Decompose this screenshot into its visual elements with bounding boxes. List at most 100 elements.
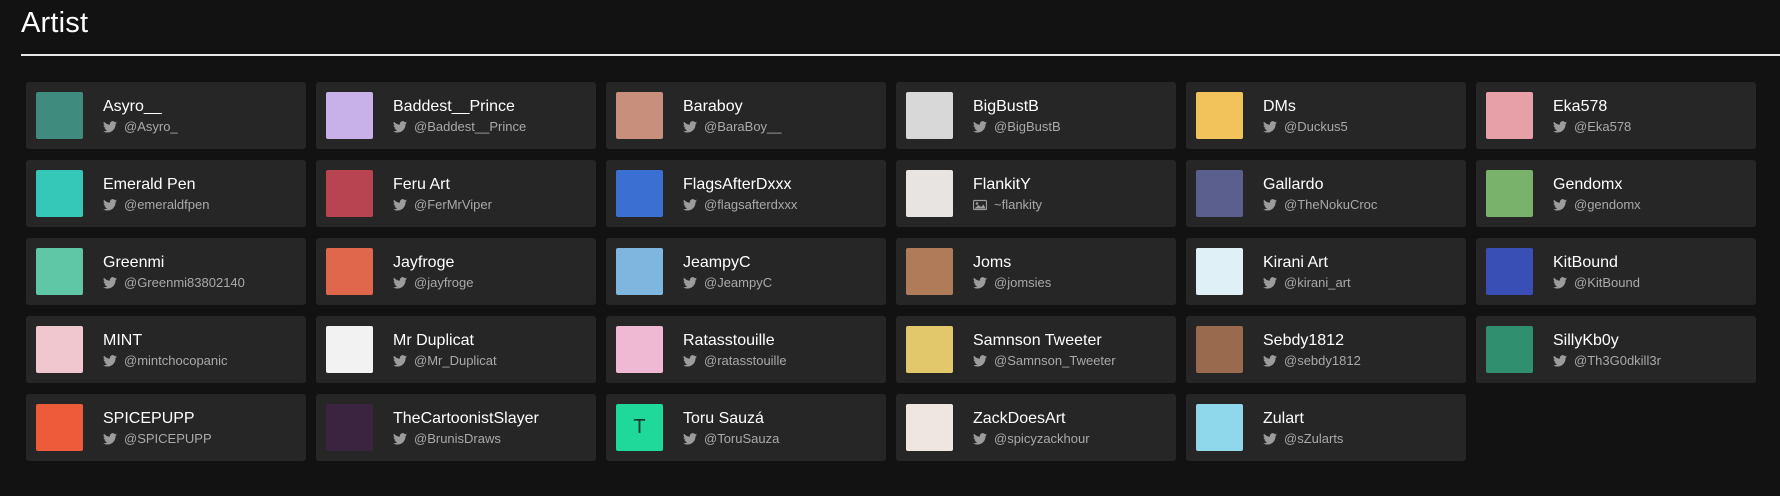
- artist-card-29[interactable]: Zulart @sZularts: [1186, 394, 1466, 461]
- artist-avatar: [326, 404, 373, 451]
- artist-card-24[interactable]: SillyKb0y @Th3G0dkill3r: [1476, 316, 1756, 383]
- artist-avatar: [906, 248, 953, 295]
- artist-name: Asyro__: [103, 98, 162, 115]
- artist-handle: @SPICEPUPP: [124, 431, 212, 446]
- artist-avatar: [616, 170, 663, 217]
- artist-card-16[interactable]: Joms @jomsies: [896, 238, 1176, 305]
- artist-name: Toru Sauzá: [683, 410, 764, 427]
- artist-name: Zulart: [1263, 410, 1304, 427]
- artist-handle-row: @emeraldfpen: [103, 197, 209, 212]
- artist-info: JeampyC @JeampyC: [683, 253, 772, 290]
- artist-handle-row: @Baddest__Prince: [393, 119, 526, 134]
- artist-info: DMs @Duckus5: [1263, 97, 1348, 134]
- artist-card-4[interactable]: BigBustB @BigBustB: [896, 82, 1176, 149]
- artist-info: BigBustB @BigBustB: [973, 97, 1061, 134]
- artist-card-18[interactable]: KitBound @KitBound: [1476, 238, 1756, 305]
- artist-handle-row: @Mr_Duplicat: [393, 353, 497, 368]
- artist-card-23[interactable]: Sebdy1812 @sebdy1812: [1186, 316, 1466, 383]
- artist-name: Baraboy: [683, 98, 743, 115]
- twitter-icon: [1263, 432, 1277, 445]
- artist-handle-row: @TheNokuCroc: [1263, 197, 1377, 212]
- section-title: Artist: [21, 7, 89, 39]
- gallery-icon: [973, 199, 987, 211]
- artist-card-8[interactable]: Feru Art @FerMrViper: [316, 160, 596, 227]
- artist-card-15[interactable]: JeampyC @JeampyC: [606, 238, 886, 305]
- artist-card-3[interactable]: Baraboy @BaraBoy__: [606, 82, 886, 149]
- artist-info: Gendomx @gendomx: [1553, 175, 1641, 212]
- artist-card-14[interactable]: Jayfroge @jayfroge: [316, 238, 596, 305]
- artist-handle-row: @Eka578: [1553, 119, 1631, 134]
- artist-name: Gallardo: [1263, 176, 1324, 193]
- artist-handle-row: @Asyro_: [103, 119, 178, 134]
- artist-name: Gendomx: [1553, 176, 1623, 193]
- twitter-icon: [1263, 276, 1277, 289]
- artist-avatar: [906, 170, 953, 217]
- artist-card-13[interactable]: Greenmi @Greenmi83802140: [26, 238, 306, 305]
- artist-info: Jayfroge @jayfroge: [393, 253, 473, 290]
- twitter-icon: [973, 120, 987, 133]
- artist-avatar: [906, 326, 953, 373]
- artist-avatar: [1196, 404, 1243, 451]
- artist-handle: @sebdy1812: [1284, 353, 1361, 368]
- artist-card-2[interactable]: Baddest__Prince @Baddest__Prince: [316, 82, 596, 149]
- artist-avatar: [616, 248, 663, 295]
- artist-info: SillyKb0y @Th3G0dkill3r: [1553, 331, 1661, 368]
- artist-avatar: [326, 248, 373, 295]
- artist-handle: @Th3G0dkill3r: [1574, 353, 1661, 368]
- artist-info: FlagsAfterDxxx @flagsafterdxxx: [683, 175, 797, 212]
- twitter-icon: [103, 198, 117, 211]
- artist-card-10[interactable]: FlankitY ~flankity: [896, 160, 1176, 227]
- artist-avatar: [1196, 170, 1243, 217]
- artist-info: KitBound @KitBound: [1553, 253, 1640, 290]
- artist-info: Samnson Tweeter @Samnson_Tweeter: [973, 331, 1116, 368]
- artist-name: ZackDoesArt: [973, 410, 1066, 427]
- artist-handle: @flagsafterdxxx: [704, 197, 798, 212]
- artist-card-26[interactable]: TheCartoonistSlayer @BrunisDraws: [316, 394, 596, 461]
- artist-card-1[interactable]: Asyro__ @Asyro_: [26, 82, 306, 149]
- artist-name: FlankitY: [973, 176, 1031, 193]
- twitter-icon: [973, 276, 987, 289]
- artist-name: Baddest__Prince: [393, 98, 515, 115]
- artist-info: Baddest__Prince @Baddest__Prince: [393, 97, 526, 134]
- artist-avatar: [1196, 326, 1243, 373]
- artist-handle-row: @BaraBoy__: [683, 119, 782, 134]
- artist-info: Emerald Pen @emeraldfpen: [103, 175, 209, 212]
- twitter-icon: [103, 120, 117, 133]
- artist-handle-row: @sZularts: [1263, 431, 1343, 446]
- artist-handle: @Asyro_: [124, 119, 178, 134]
- artist-card-17[interactable]: Kirani Art @kirani_art: [1186, 238, 1466, 305]
- artist-avatar: [326, 92, 373, 139]
- title-divider: [21, 54, 1780, 56]
- artist-card-9[interactable]: FlagsAfterDxxx @flagsafterdxxx: [606, 160, 886, 227]
- artist-name: KitBound: [1553, 254, 1618, 271]
- artist-name: Jayfroge: [393, 254, 455, 271]
- artist-card-28[interactable]: ZackDoesArt @spicyzackhour: [896, 394, 1176, 461]
- artist-handle: @Mr_Duplicat: [414, 353, 497, 368]
- artist-handle: @sZularts: [1284, 431, 1344, 446]
- artist-card-6[interactable]: Eka578 @Eka578: [1476, 82, 1756, 149]
- artist-name: Joms: [973, 254, 1012, 271]
- artist-avatar: [906, 92, 953, 139]
- artist-handle-row: @JeampyC: [683, 275, 772, 290]
- artist-avatar: [906, 404, 953, 451]
- artist-info: Ratasstouille @ratasstouille: [683, 331, 787, 368]
- twitter-icon: [393, 198, 407, 211]
- artist-card-5[interactable]: DMs @Duckus5: [1186, 82, 1466, 149]
- artist-handle-row: ~flankity: [973, 197, 1042, 212]
- artist-avatar: [36, 170, 83, 217]
- artist-page: Artist Asyro__ @Asyro_ Baddest__Prince @…: [0, 0, 1780, 496]
- artist-card-19[interactable]: MINT @mintchocopanic: [26, 316, 306, 383]
- artist-handle: @BrunisDraws: [414, 431, 501, 446]
- artist-avatar: [1196, 92, 1243, 139]
- artist-avatar: [1196, 248, 1243, 295]
- artist-handle: @Eka578: [1574, 119, 1632, 134]
- artist-card-20[interactable]: Mr Duplicat @Mr_Duplicat: [316, 316, 596, 383]
- artist-card-12[interactable]: Gendomx @gendomx: [1476, 160, 1756, 227]
- artist-card-27[interactable]: T Toru Sauzá @ToruSauza: [606, 394, 886, 461]
- artist-card-21[interactable]: Ratasstouille @ratasstouille: [606, 316, 886, 383]
- artist-card-7[interactable]: Emerald Pen @emeraldfpen: [26, 160, 306, 227]
- artist-card-25[interactable]: SPICEPUPP @SPICEPUPP: [26, 394, 306, 461]
- artist-info: Zulart @sZularts: [1263, 409, 1343, 446]
- artist-card-22[interactable]: Samnson Tweeter @Samnson_Tweeter: [896, 316, 1176, 383]
- artist-card-11[interactable]: Gallardo @TheNokuCroc: [1186, 160, 1466, 227]
